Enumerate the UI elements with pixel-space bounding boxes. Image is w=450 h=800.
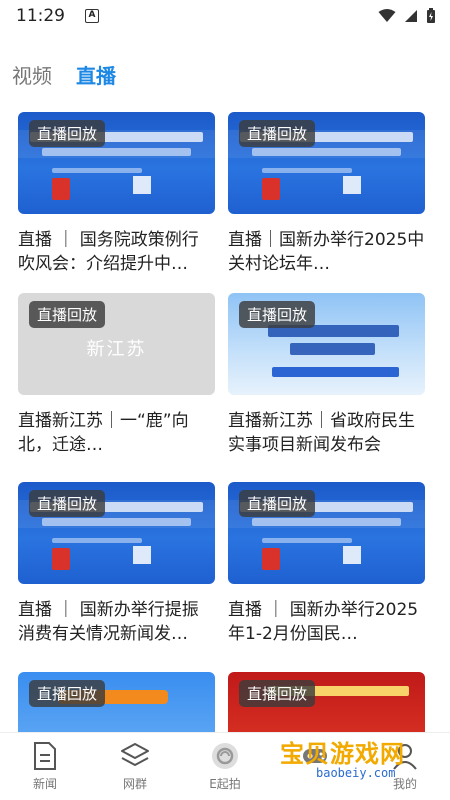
live-card[interactable]: 直播回放 直播 ｜ 国务院政策例行吹风会：介绍提升中… [18,112,215,276]
card-title: 直播 ｜ 国新办举行提振消费有关情况新闻发… [18,600,199,644]
nav-news-label: 新闻 [32,777,57,791]
replay-badge: 直播回放 [29,120,106,147]
watermark-url: baobeiy.com [316,766,396,780]
card-thumbnail: 直播回放 [18,482,215,584]
card-thumbnail: 直播回放 [18,672,215,732]
live-feed[interactable]: 直播回放 直播 ｜ 国务院政策例行吹风会：介绍提升中… 直播回放 直播｜国新办举… [0,112,450,732]
battery-icon [427,8,435,23]
card-title: 直播 ｜ 国务院政策例行吹风会：介绍提升中… [18,230,199,274]
logo-icon [52,548,70,570]
live-card[interactable]: 直播回放 直播｜国新办举行2025中关村论坛年… [228,112,425,276]
nav-groups-label: 网群 [122,777,147,791]
notification-icon: A [85,9,99,23]
live-card[interactable]: 直播回放 直播 ｜ 国新办举行2025年1-2月份国民… [228,482,425,646]
tab-video[interactable]: 视频 [12,60,52,89]
live-card[interactable]: 直播回放 直播新江苏｜省政府民生实事项目新闻发布会 [228,293,425,457]
tab-bar: 视频 直播 [12,60,116,89]
card-thumbnail: 直播回放 [228,293,425,395]
card-title: 直播新江苏｜一“鹿”向北，迁途… [18,411,189,455]
qr-code-icon [343,546,361,564]
logo-icon [262,548,280,570]
nav-eqipai-label: E起拍 [209,777,241,791]
nav-news[interactable]: 新闻 [0,733,90,800]
replay-badge: 直播回放 [239,490,316,517]
qr-code-icon [133,176,151,194]
live-card[interactable]: 直播回放 [228,672,425,732]
live-card[interactable]: 新江苏 直播回放 直播新江苏｜一“鹿”向北，迁途… [18,293,215,457]
card-title: 直播新江苏｜省政府民生实事项目新闻发布会 [228,411,415,455]
replay-badge: 直播回放 [239,680,316,707]
thumbnail-placeholder-text: 新江苏 [86,339,147,360]
nav-eqipai[interactable]: E起拍 [180,733,270,800]
news-icon [34,742,56,770]
status-bar: 11:29 A [0,0,450,32]
qr-code-icon [343,176,361,194]
logo-icon [52,178,70,200]
qr-code-icon [133,546,151,564]
site-watermark: 宝贝游戏网 baobeiy.com [276,730,426,790]
card-thumbnail: 直播回放 [228,112,425,214]
layers-icon [121,743,149,766]
replay-badge: 直播回放 [29,680,106,707]
camera-icon [212,743,238,769]
replay-badge: 直播回放 [239,120,316,147]
logo-icon [262,178,280,200]
replay-badge: 直播回放 [29,490,106,517]
status-time: 11:29 [16,6,65,26]
live-card[interactable]: 直播回放 直播 ｜ 国新办举行提振消费有关情况新闻发… [18,482,215,646]
card-title: 直播｜国新办举行2025中关村论坛年… [228,230,425,274]
signal-icon [405,10,417,22]
nav-groups[interactable]: 网群 [90,733,180,800]
replay-badge: 直播回放 [29,301,106,328]
card-title: 直播 ｜ 国新办举行2025年1-2月份国民… [228,600,419,644]
replay-badge: 直播回放 [239,301,316,328]
card-thumbnail: 直播回放 [228,482,425,584]
card-thumbnail: 新江苏 直播回放 [18,293,215,395]
wifi-icon [378,9,396,22]
card-thumbnail: 直播回放 [18,112,215,214]
live-card[interactable]: 直播回放 [18,672,215,732]
status-icons [378,8,436,24]
watermark-text: 宝贝游戏网 [280,740,405,768]
card-thumbnail: 直播回放 [228,672,425,732]
tab-live[interactable]: 直播 [76,60,116,89]
